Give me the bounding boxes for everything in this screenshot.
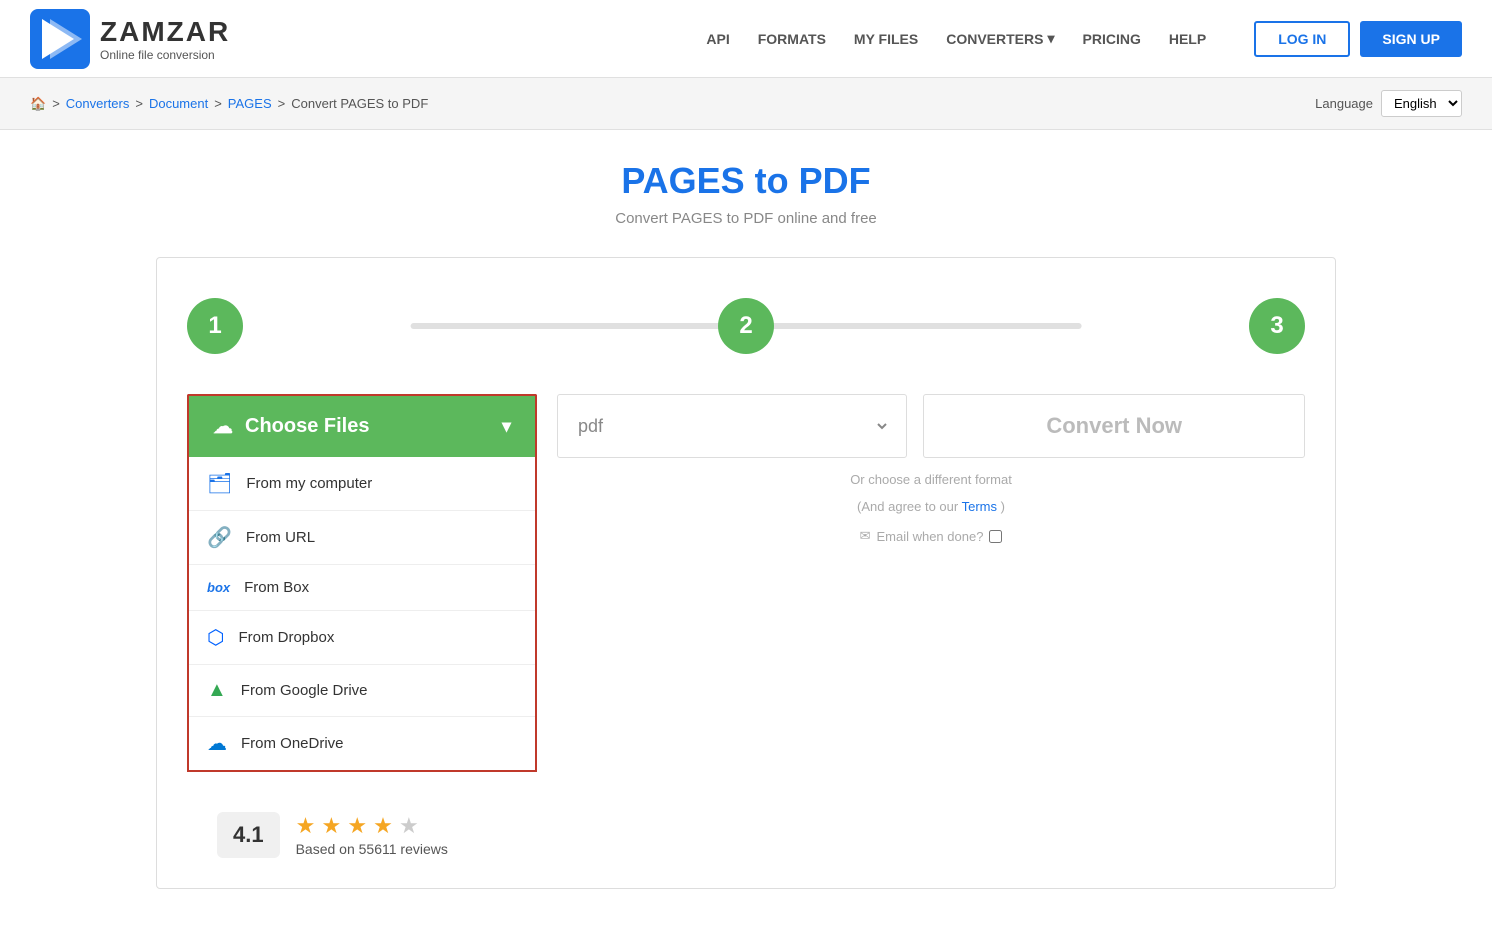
source-dropbox[interactable]: ⬡ From Dropbox <box>189 611 535 665</box>
source-gdrive-label: From Google Drive <box>241 682 368 699</box>
logo-brand: ZAMZAR <box>100 16 230 48</box>
source-box-label: From Box <box>244 579 309 596</box>
format-hint: Or choose a different format <box>557 468 1305 487</box>
upload-icon: ☁ <box>213 414 233 439</box>
nav-api[interactable]: API <box>706 31 729 47</box>
terms-close: ) <box>1001 499 1005 514</box>
format-convert-wrap: pdf docx jpg png txt Convert Now Or choo… <box>557 394 1305 544</box>
email-label: Email when done? <box>876 529 983 544</box>
source-onedrive-label: From OneDrive <box>241 735 344 752</box>
format-convert-row: pdf docx jpg png txt Convert Now <box>557 394 1305 458</box>
rating-details: ★ ★ ★ ★ ★ Based on 55611 reviews <box>296 813 448 857</box>
page-title: PAGES to PDF <box>30 160 1462 202</box>
main-content: PAGES to PDF Convert PAGES to PDF online… <box>0 130 1492 949</box>
home-icon[interactable]: 🏠 <box>30 96 46 112</box>
language-selector: Language English <box>1315 90 1462 117</box>
breadcrumb-sep3: > <box>214 96 222 111</box>
step-1: 1 <box>187 298 243 354</box>
chevron-down-icon: ▾ <box>1047 30 1054 47</box>
rating-score: 4.1 <box>217 812 280 858</box>
terms-row: (And agree to our Terms ) <box>557 497 1305 514</box>
step-2: 2 <box>718 298 774 354</box>
signup-button[interactable]: SIGN UP <box>1360 21 1462 57</box>
steps: 1 2 3 <box>187 298 1305 354</box>
breadcrumb: 🏠 > Converters > Document > PAGES > Conv… <box>30 96 428 112</box>
source-computer-label: From my computer <box>246 475 372 492</box>
source-url-label: From URL <box>246 529 315 546</box>
nav-my-files[interactable]: MY FILES <box>854 31 918 47</box>
email-icon: ✉ <box>860 528 871 544</box>
star-5: ★ <box>399 813 419 838</box>
source-computer[interactable]: 🗂 From my computer <box>189 457 535 511</box>
main-nav: API FORMATS MY FILES CONVERTERS ▾ PRICIN… <box>706 21 1462 57</box>
choose-files-button[interactable]: ☁ Choose Files ▾ <box>187 394 537 457</box>
breadcrumb-sep4: > <box>278 96 286 111</box>
star-1: ★ <box>296 813 316 838</box>
logo[interactable]: ZAMZAR Online file conversion <box>30 9 230 69</box>
star-4: ★ <box>373 813 393 838</box>
actions-row: ☁ Choose Files ▾ 🗂 From my computer 🔗 Fr… <box>187 394 1305 772</box>
email-checkbox[interactable] <box>989 530 1002 543</box>
source-onedrive[interactable]: ☁ From OneDrive <box>189 717 535 770</box>
breadcrumb-current: Convert PAGES to PDF <box>291 96 428 111</box>
breadcrumb-document[interactable]: Document <box>149 96 208 111</box>
language-dropdown[interactable]: English <box>1381 90 1462 117</box>
breadcrumb-converters[interactable]: Converters <box>66 96 130 111</box>
convert-now-button[interactable]: Convert Now <box>923 394 1305 458</box>
computer-icon: 🗂 <box>207 471 232 496</box>
source-dropbox-label: From Dropbox <box>238 629 334 646</box>
choose-files-label: Choose Files <box>245 415 369 438</box>
source-box[interactable]: box From Box <box>189 565 535 611</box>
logo-sub: Online file conversion <box>100 48 230 62</box>
source-google-drive[interactable]: ▲ From Google Drive <box>189 665 535 717</box>
converter-card: 1 2 3 ☁ Choose Files ▾ 🗂 From my compute… <box>156 257 1336 889</box>
login-button[interactable]: LOG IN <box>1254 21 1350 57</box>
language-label: Language <box>1315 96 1373 111</box>
breadcrumb-sep2: > <box>135 96 143 111</box>
box-icon: box <box>207 580 230 595</box>
dropbox-icon: ⬡ <box>207 625 224 650</box>
source-dropdown-menu: 🗂 From my computer 🔗 From URL box From B… <box>187 457 537 772</box>
nav-converters[interactable]: CONVERTERS ▾ <box>946 30 1054 47</box>
breadcrumb-pages[interactable]: PAGES <box>228 96 272 111</box>
url-icon: 🔗 <box>207 525 232 550</box>
breadcrumb-bar: 🏠 > Converters > Document > PAGES > Conv… <box>0 78 1492 130</box>
star-3: ★ <box>347 813 367 838</box>
format-select-wrap: pdf docx jpg png txt <box>557 394 907 458</box>
terms-text: (And agree to our <box>857 499 958 514</box>
rating-section: 4.1 ★ ★ ★ ★ ★ Based on 55611 reviews <box>187 812 1305 858</box>
chevron-down-icon: ▾ <box>502 416 511 437</box>
nav-help[interactable]: HELP <box>1169 31 1206 47</box>
breadcrumb-sep1: > <box>52 96 60 111</box>
choose-files-wrap: ☁ Choose Files ▾ 🗂 From my computer 🔗 Fr… <box>187 394 537 772</box>
source-url[interactable]: 🔗 From URL <box>189 511 535 565</box>
onedrive-icon: ☁ <box>207 731 227 756</box>
star-2: ★ <box>321 813 341 838</box>
header: ZAMZAR Online file conversion API FORMAT… <box>0 0 1492 78</box>
terms-link[interactable]: Terms <box>962 499 997 514</box>
review-count: Based on 55611 reviews <box>296 841 448 857</box>
page-subtitle: Convert PAGES to PDF online and free <box>30 210 1462 227</box>
logo-icon <box>30 9 90 69</box>
nav-pricing[interactable]: PRICING <box>1083 31 1141 47</box>
star-rating: ★ ★ ★ ★ ★ <box>296 813 448 839</box>
step-3: 3 <box>1249 298 1305 354</box>
google-drive-icon: ▲ <box>207 679 227 702</box>
nav-formats[interactable]: FORMATS <box>758 31 826 47</box>
email-row: ✉ Email when done? <box>557 524 1305 544</box>
format-select[interactable]: pdf docx jpg png txt <box>574 415 890 437</box>
